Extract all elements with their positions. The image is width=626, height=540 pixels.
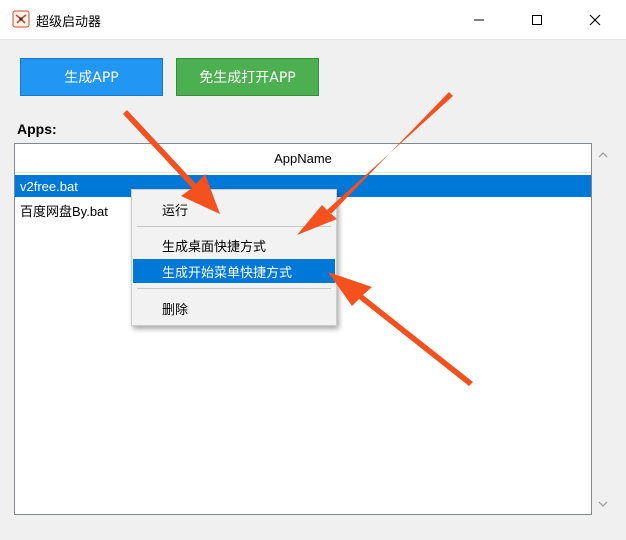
window-title: 超级启动器 <box>36 15 102 30</box>
context-menu: 运行 生成桌面快捷方式 生成开始菜单快捷方式 删除 <box>131 189 337 326</box>
minimize-button[interactable] <box>456 0 502 40</box>
maximize-button[interactable] <box>514 0 560 40</box>
close-icon <box>589 14 601 26</box>
chevron-up-icon <box>598 151 608 157</box>
apps-label: Apps: <box>17 121 57 137</box>
scroll-up-button[interactable] <box>597 149 609 159</box>
menu-item-create-desktop-shortcut[interactable]: 生成桌面快捷方式 <box>133 233 335 257</box>
chevron-down-icon <box>598 501 608 507</box>
minimize-icon <box>474 19 484 21</box>
menu-item-create-start-menu-shortcut[interactable]: 生成开始菜单快捷方式 <box>133 259 335 283</box>
open-without-generate-button[interactable]: 免生成打开APP <box>176 58 319 96</box>
generate-app-button[interactable]: 生成APP <box>20 58 163 96</box>
menu-separator <box>137 226 331 227</box>
column-header-appname[interactable]: AppName <box>15 144 591 173</box>
menu-item-run[interactable]: 运行 <box>133 197 335 221</box>
scroll-down-button[interactable] <box>597 499 609 509</box>
maximize-icon <box>532 15 542 25</box>
title-bar: 超级启动器 <box>0 0 626 40</box>
menu-item-delete[interactable]: 删除 <box>133 296 335 320</box>
app-logo-icon <box>12 10 30 28</box>
menu-separator <box>137 288 331 289</box>
close-button[interactable] <box>572 0 618 40</box>
